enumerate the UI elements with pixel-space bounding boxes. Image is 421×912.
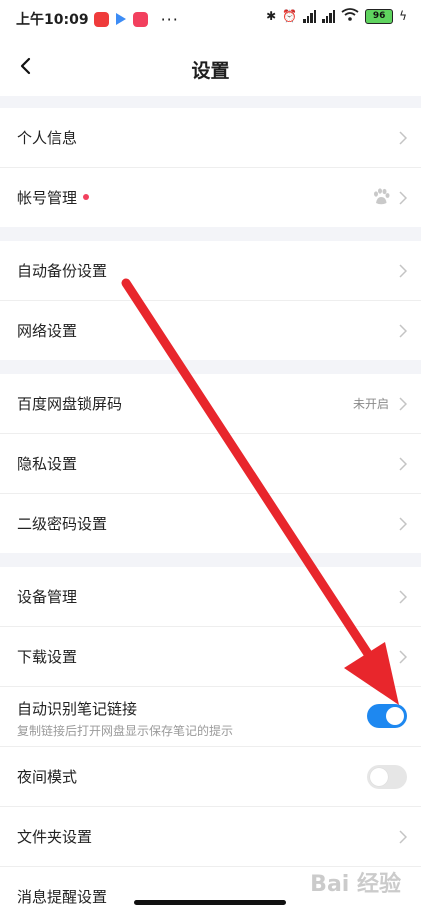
lock-code-status: 未开启 <box>352 397 389 411</box>
item-label: 夜间模式 <box>17 768 78 786</box>
section-divider <box>0 360 421 374</box>
settings-item-lock-code[interactable]: 百度网盘锁屏码 未开启 <box>0 374 421 434</box>
item-description: 复制链接后打开网盘显示保存笔记的提示 <box>17 724 234 738</box>
item-label: 自动备份设置 <box>17 262 108 280</box>
chevron-right-icon <box>399 131 407 145</box>
bluetooth-icon: ✱ <box>266 9 277 23</box>
chevron-right-icon <box>399 191 407 205</box>
settings-item-personal-info[interactable]: 个人信息 <box>0 108 421 168</box>
note-link-toggle[interactable] <box>367 704 407 728</box>
app-notification-icon <box>93 11 109 27</box>
item-label: 二级密码设置 <box>17 515 108 533</box>
chevron-right-icon <box>399 457 407 471</box>
section-divider <box>0 227 421 241</box>
charging-icon: ϟ <box>399 9 407 23</box>
wifi-icon <box>341 8 359 24</box>
chevron-right-icon <box>399 650 407 664</box>
section-divider <box>0 96 421 108</box>
chevron-right-icon <box>399 397 407 411</box>
status-time: 上午10:09 <box>16 12 89 28</box>
header: 设置 <box>0 38 421 96</box>
item-label: 下载设置 <box>17 648 78 666</box>
status-bar: 上午10:09 ··· ✱ ⏰ 96 ϟ <box>0 0 421 38</box>
chevron-right-icon <box>399 517 407 531</box>
item-label: 网络设置 <box>17 322 78 340</box>
settings-item-privacy[interactable]: 隐私设置 <box>0 434 421 494</box>
alarm-icon: ⏰ <box>282 9 298 23</box>
chevron-right-icon <box>399 324 407 338</box>
settings-item-folder[interactable]: 文件夹设置 <box>0 807 421 867</box>
section-divider <box>0 553 421 567</box>
chevron-right-icon <box>399 590 407 604</box>
settings-item-note-link-detect: 自动识别笔记链接 复制链接后打开网盘显示保存笔记的提示 <box>0 687 421 747</box>
settings-item-download[interactable]: 下载设置 <box>0 627 421 687</box>
watermark: Bai 经验 <box>310 872 401 897</box>
settings-item-devices[interactable]: 设备管理 <box>0 567 421 627</box>
play-store-icon <box>115 13 126 25</box>
item-label: 百度网盘锁屏码 <box>17 395 123 413</box>
home-indicator[interactable] <box>134 900 286 905</box>
item-label: 隐私设置 <box>17 455 78 473</box>
settings-item-night-mode: 夜间模式 <box>0 747 421 807</box>
settings-item-secondary-password[interactable]: 二级密码设置 <box>0 494 421 553</box>
battery-icon: 96 <box>365 8 394 24</box>
item-label: 个人信息 <box>17 129 78 147</box>
baidu-paw-icon <box>374 188 390 205</box>
app-notification-icon-2 <box>132 11 148 27</box>
item-label: 设备管理 <box>17 588 78 606</box>
settings-item-auto-backup[interactable]: 自动备份设置 <box>0 241 421 301</box>
signal-icon-2 <box>322 9 336 23</box>
page-title: 设置 <box>191 60 230 82</box>
chevron-right-icon <box>399 264 407 278</box>
notification-dot <box>83 193 90 200</box>
settings-item-account[interactable]: 帐号管理 <box>0 168 421 228</box>
more-notifications-icon: ··· <box>160 9 179 29</box>
settings-item-network[interactable]: 网络设置 <box>0 301 421 360</box>
night-mode-toggle[interactable] <box>367 765 407 789</box>
chevron-right-icon <box>399 830 407 844</box>
signal-icon <box>303 9 317 23</box>
item-label: 自动识别笔记链接 <box>17 700 138 718</box>
item-label: 帐号管理 <box>17 187 90 208</box>
item-label: 消息提醒设置 <box>17 888 108 906</box>
item-label: 文件夹设置 <box>17 828 93 846</box>
